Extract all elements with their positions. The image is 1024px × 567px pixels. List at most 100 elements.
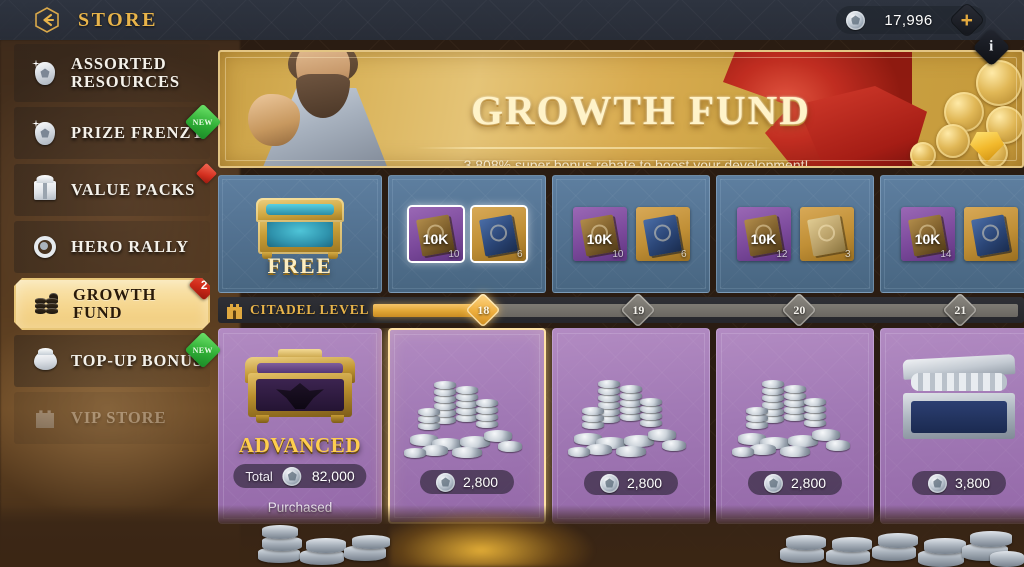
pack-total-pill: Total 82,000 — [233, 464, 367, 488]
new-badge-label: NEW — [192, 345, 214, 355]
reward-item[interactable]: 10K 10 — [572, 207, 627, 261]
citadel-milestone-18[interactable]: 18 — [465, 292, 501, 328]
reward-preview-row: FREE 10K 10 6 10K 10 6 10K 12 3 10K 14 — [218, 175, 1024, 293]
pack-card-row: ADVANCED Total 82,000 Purchased — [218, 328, 1024, 524]
pack-price: 2,800 — [626, 475, 663, 491]
reward-tile[interactable]: 10K 10 6 — [388, 175, 546, 293]
sidebar-item-label: GROWTH FUND — [73, 284, 157, 322]
sidebar-item-vip-store[interactable]: VIP STORE — [14, 392, 210, 444]
coins-icon — [32, 289, 62, 319]
info-button[interactable]: i — [971, 27, 1011, 67]
total-label: Total — [245, 468, 273, 484]
reward-item[interactable]: 10K 10 — [408, 207, 463, 261]
pack-card-advanced[interactable]: ADVANCED Total 82,000 Purchased — [218, 328, 382, 524]
sidebar-item-growth-fund[interactable]: GROWTH FUND 2 — [14, 278, 210, 330]
reward-item-qty: 3 — [844, 249, 851, 260]
alert-dot-badge — [195, 162, 218, 185]
reward-item-qty: 14 — [940, 249, 952, 260]
silver-coin-icon — [846, 10, 865, 30]
sidebar-item-value-packs[interactable]: VALUE PACKS — [14, 162, 218, 216]
pack-card-coins-2[interactable]: 2,800 — [552, 328, 710, 524]
citadel-milestone-19[interactable]: 19 — [619, 292, 656, 328]
reward-item-qty: 12 — [776, 249, 788, 260]
pouch-icon — [30, 346, 60, 376]
book-icon — [642, 214, 682, 257]
pack-price-pill: 2,800 — [747, 471, 843, 495]
reward-item-qty: 10 — [612, 249, 624, 260]
pack-card-chest[interactable]: 3,800 — [880, 328, 1024, 524]
reward-item-qty: 10 — [448, 249, 460, 260]
sidebar-item-label: TOP-UP BONUS — [71, 350, 203, 370]
reward-tile[interactable]: 10K 10 6 — [552, 175, 710, 293]
silver-coin-pile-icon — [568, 353, 694, 457]
pack-price: 3,800 — [954, 475, 991, 491]
sidebar-item-hero-rally[interactable]: HERO RALLY — [14, 221, 210, 273]
pack-price: 2,800 — [790, 475, 827, 491]
back-button[interactable] — [30, 3, 64, 37]
citadel-milestone-20[interactable]: 20 — [781, 292, 817, 328]
book-icon — [806, 214, 846, 257]
milestone-level: 19 — [631, 302, 644, 317]
silver-coin-icon — [599, 473, 619, 493]
free-reward-tile[interactable]: FREE — [218, 175, 382, 293]
page-title: STORE — [78, 8, 158, 31]
back-arrow-icon — [35, 7, 59, 33]
gift-icon — [30, 175, 60, 205]
reward-item-amount: 10K — [914, 230, 941, 247]
castle-icon — [30, 403, 60, 433]
pack-price: 2,800 — [462, 474, 499, 490]
book-icon — [970, 214, 1010, 257]
reward-item[interactable]: 10K 14 — [900, 207, 955, 261]
sidebar-item-label: PRIZE FRENZY — [71, 122, 205, 142]
free-label: FREE — [267, 253, 333, 278]
reward-tile[interactable]: 10K 12 3 — [716, 175, 874, 293]
milestone-level: 21 — [953, 302, 966, 317]
sidebar-item-prize-frenzy[interactable]: PRIZE FRENZY NEW — [14, 103, 222, 159]
sidebar-nav: ASSORTED RESOURCES PRIZE FRENZY NEW VALU… — [0, 44, 222, 567]
reward-item[interactable]: 10K 12 — [736, 207, 791, 261]
ring-icon — [30, 232, 60, 262]
count-badge-label: 2 — [200, 278, 208, 292]
reward-tile[interactable]: 10K 14 — [880, 175, 1024, 293]
new-badge-label: NEW — [192, 117, 214, 127]
gem-icon — [30, 118, 60, 148]
reward-item[interactable]: 6 — [471, 207, 526, 261]
reward-item-amount: 10K — [750, 230, 777, 247]
sidebar-item-label: VIP STORE — [71, 407, 167, 427]
top-bar: STORE 17,996 + — [0, 0, 1024, 40]
silver-coin-icon — [282, 466, 302, 486]
pack-card-coins-1[interactable]: 2,800 — [388, 328, 546, 524]
growth-fund-banner: GROWTH FUND 3,808% super bonus rebate to… — [218, 50, 1024, 168]
milestone-level: 20 — [792, 302, 805, 317]
citadel-level-label: CITADEL LEVEL — [250, 302, 370, 317]
banner-divider — [416, 147, 772, 149]
pack-price-pill: 2,800 — [583, 471, 679, 495]
reward-item-qty: 6 — [680, 249, 687, 260]
book-icon — [478, 214, 518, 257]
total-value: 82,000 — [311, 468, 355, 484]
treasure-chest-icon — [256, 192, 344, 259]
reward-item[interactable]: 3 — [799, 207, 854, 261]
main-content: GROWTH FUND 3,808% super bonus rebate to… — [218, 44, 1024, 538]
open-silver-chest-icon — [899, 354, 1019, 445]
sidebar-item-label: HERO RALLY — [71, 236, 189, 256]
sidebar-item-top-up-bonus[interactable]: TOP-UP BONUS NEW — [14, 331, 222, 387]
silver-coin-pile-icon — [404, 354, 530, 458]
reward-item[interactable] — [963, 207, 1018, 261]
currency-display: 17,996 + — [836, 3, 986, 37]
silver-coin-icon — [435, 472, 455, 492]
reward-item[interactable]: 6 — [635, 207, 690, 261]
silver-coin-pile-icon — [732, 353, 858, 457]
pack-card-coins-3[interactable]: 2,800 — [716, 328, 874, 524]
pack-price-pill: 3,800 — [911, 471, 1007, 495]
citadel-milestone-21[interactable]: 21 — [942, 292, 978, 328]
info-icon: i — [971, 27, 1011, 67]
silver-coin-icon — [763, 473, 783, 493]
banner-subtitle: 3,808% super bonus rebate to boost your … — [463, 157, 809, 168]
sidebar-item-assorted-resources[interactable]: ASSORTED RESOURCES — [14, 44, 210, 102]
gem-icon — [30, 58, 60, 88]
currency-amount: 17,996 — [884, 11, 933, 29]
reward-item-qty: 6 — [516, 249, 523, 260]
citadel-progress-track: 18 19 20 21 — [373, 292, 1018, 328]
pack-title: ADVANCED — [238, 433, 362, 457]
